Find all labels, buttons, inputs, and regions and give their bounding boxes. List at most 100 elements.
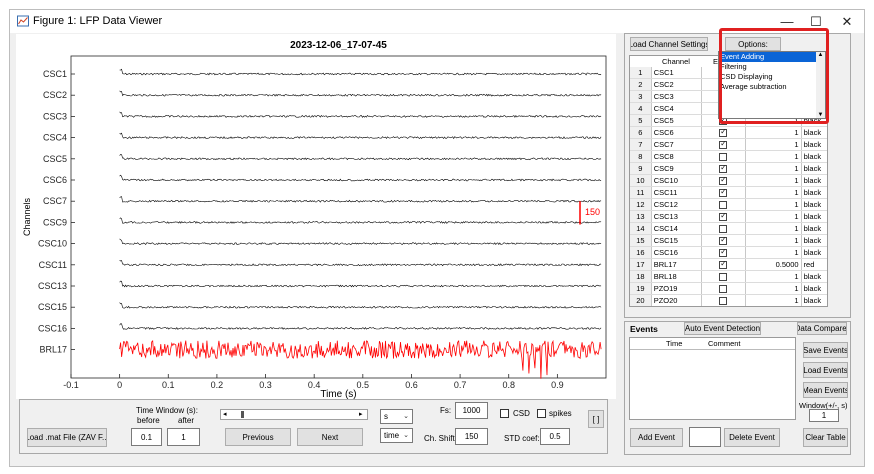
previous-button[interactable]: Previous: [225, 428, 291, 446]
row-number: 16: [630, 246, 652, 259]
slider-thumb[interactable]: [241, 411, 244, 418]
scale-cell: 1: [745, 186, 802, 199]
table-row[interactable]: 7CSC7 1black: [630, 138, 827, 151]
table-row[interactable]: 15CSC15 1black: [630, 234, 827, 247]
table-row[interactable]: 11CSC11 1black: [630, 186, 827, 199]
row-number: 9: [630, 162, 652, 175]
enabled-checkbox[interactable]: [719, 247, 728, 257]
table-row[interactable]: 14 CSC14 1 black: [630, 222, 827, 235]
color-cell: black: [801, 138, 827, 151]
table-row[interactable]: 19 PZO19 1 black: [630, 282, 827, 295]
std-coef-input[interactable]: 0.5: [540, 428, 570, 445]
channel-name-cell: CSC1: [651, 67, 702, 79]
auto-event-detection-button[interactable]: Auto Event Detection: [684, 322, 761, 335]
channel-name-cell: CSC7: [651, 138, 702, 151]
events-table[interactable]: Time Comment: [629, 337, 796, 420]
plot-title: 2023-12-06_17-07-45: [290, 40, 387, 51]
scale-cell: 1: [745, 138, 802, 151]
enabled-checkbox[interactable]: [719, 297, 728, 305]
event-comment-input[interactable]: [689, 427, 721, 447]
enabled-checkbox[interactable]: [719, 225, 728, 233]
enabled-cell: [701, 234, 746, 247]
unit-select[interactable]: s ⌄: [380, 409, 413, 424]
enabled-checkbox[interactable]: [719, 175, 728, 185]
after-input[interactable]: 1: [167, 428, 200, 446]
enabled-checkbox[interactable]: [719, 127, 728, 137]
time-slider[interactable]: ◂ ▸: [220, 409, 368, 420]
slider-right-arrow-icon[interactable]: ▸: [359, 410, 363, 419]
table-row[interactable]: 9CSC9 1black: [630, 162, 827, 175]
clear-table-button[interactable]: Clear Table: [803, 428, 848, 447]
bracket-button[interactable]: [ ]: [588, 410, 604, 428]
row-number: 20: [630, 294, 652, 306]
window-input[interactable]: 1: [809, 409, 839, 422]
lfp-plot[interactable]: 2023-12-06_17-07-45 -0.1 0 0.1 0.2 0.3 0.4 0.5 0…: [16, 34, 616, 399]
enabled-checkbox[interactable]: [719, 285, 728, 293]
table-row[interactable]: 8 CSC8 1 black: [630, 150, 827, 163]
before-label: before: [137, 416, 160, 425]
table-row[interactable]: 10CSC10 1black: [630, 174, 827, 187]
channel-name-cell: CSC6: [651, 126, 702, 139]
table-row[interactable]: 18 BRL18 1 black: [630, 270, 827, 283]
row-number: 18: [630, 270, 652, 283]
fs-label: Fs:: [440, 406, 452, 415]
color-cell: black: [801, 234, 827, 247]
table-row[interactable]: 13CSC13 1black: [630, 210, 827, 223]
row-number: 10: [630, 174, 652, 187]
channel-table-scrollbar[interactable]: [829, 55, 837, 307]
chevron-down-icon: ⌄: [403, 432, 409, 439]
slider-left-arrow-icon[interactable]: ◂: [223, 410, 227, 419]
row-number: 17: [630, 258, 652, 271]
next-button[interactable]: Next: [297, 428, 363, 446]
close-button[interactable]: ✕: [833, 10, 861, 33]
enabled-checkbox[interactable]: [719, 259, 728, 269]
spikes-checkbox[interactable]: [537, 409, 546, 418]
ch-shift-input[interactable]: 150: [455, 428, 488, 445]
fs-input[interactable]: 1000: [455, 402, 488, 419]
enabled-checkbox[interactable]: [719, 201, 728, 209]
enabled-checkbox[interactable]: [719, 187, 728, 197]
x-tick-label: 0.4: [308, 380, 321, 390]
load-channel-settings-button[interactable]: Load Channel Settings: [630, 37, 708, 51]
table-row[interactable]: 6CSC6 1black: [630, 126, 827, 139]
save-events-button[interactable]: Save Events: [803, 342, 848, 358]
x-tick-label: 0.8: [502, 380, 515, 390]
data-comparer-button[interactable]: Data Comparer: [797, 322, 847, 335]
enabled-checkbox[interactable]: [719, 163, 728, 173]
load-events-button[interactable]: Load Events: [803, 362, 848, 378]
enabled-checkbox[interactable]: [719, 153, 728, 161]
table-row[interactable]: 16CSC16 1black: [630, 246, 827, 259]
row-number: 7: [630, 138, 652, 151]
channel-tick-label: CSC11: [39, 260, 67, 270]
enabled-checkbox[interactable]: [719, 139, 728, 149]
window-title: Figure 1: LFP Data Viewer: [33, 15, 163, 27]
table-row[interactable]: 20 PZO20 1 black: [630, 294, 827, 306]
row-number: 12: [630, 198, 652, 211]
axes-box: [70, 55, 607, 379]
col-time-header: Time: [666, 339, 683, 348]
enabled-cell: [701, 258, 746, 271]
before-input[interactable]: 0.1: [131, 428, 162, 446]
load-mat-file-button[interactable]: Load .mat File (ZAV F...: [27, 428, 107, 447]
table-row[interactable]: 17BRL17 0.5000red: [630, 258, 827, 271]
mean-events-button[interactable]: Mean Events: [803, 382, 848, 398]
row-number: 1: [630, 67, 652, 79]
row-number: 5: [630, 114, 652, 127]
x-tick-label: 0.9: [551, 380, 564, 390]
events-title: Events: [630, 324, 658, 334]
x-tick-label: 0.6: [405, 380, 418, 390]
mode-select[interactable]: time ⌄: [380, 428, 413, 443]
csd-checkbox[interactable]: [500, 409, 509, 418]
x-tick-label: 0.1: [162, 380, 175, 390]
color-cell: black: [801, 186, 827, 199]
channel-tick-label: CSC6: [43, 175, 67, 185]
enabled-checkbox[interactable]: [719, 235, 728, 245]
table-row[interactable]: 12 CSC12 1 black: [630, 198, 827, 211]
add-event-button[interactable]: Add Event: [630, 428, 683, 447]
enabled-checkbox[interactable]: [719, 211, 728, 221]
color-cell: black: [801, 270, 827, 283]
delete-event-button[interactable]: Delete Event: [724, 428, 780, 447]
channel-name-cell: CSC8: [651, 150, 702, 163]
scale-cell: 1: [745, 198, 802, 211]
enabled-checkbox[interactable]: [719, 273, 728, 281]
